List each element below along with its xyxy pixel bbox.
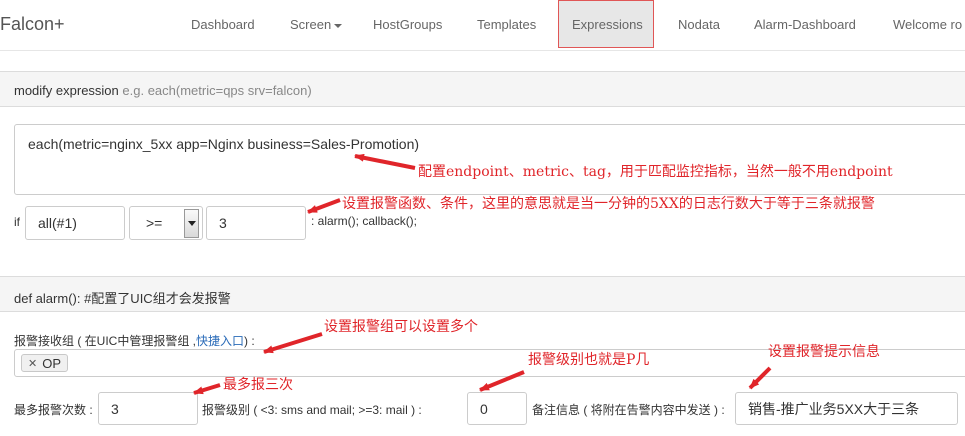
- annotation-arrows: [193, 153, 772, 395]
- arrow-level: [479, 370, 525, 392]
- arrow-max: [193, 383, 221, 395]
- arrow-note: [748, 366, 772, 390]
- arrow-function: [307, 198, 341, 214]
- arrow-endpoint: [354, 153, 416, 170]
- arrow-group: [263, 332, 323, 354]
